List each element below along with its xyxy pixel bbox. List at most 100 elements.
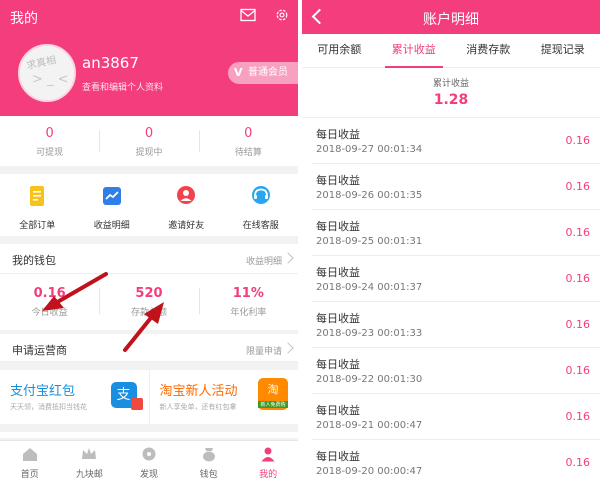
crown-icon — [82, 448, 97, 459]
edit-profile-link[interactable]: 查看和编辑个人资料 — [82, 80, 163, 93]
promo-subtitle: 新人享免单，还有红包拿 — [159, 403, 237, 411]
gear-icon[interactable] — [274, 8, 290, 22]
list-item[interactable]: 每日收益 2018-09-24 00:01:37 0.16 — [312, 256, 600, 302]
summary-value: 1.28 — [433, 92, 469, 108]
wallet-stat-deposit[interactable]: 520 存款总额 — [99, 274, 198, 330]
entry-amount: 0.16 — [565, 272, 591, 285]
profile-screen: 我的 求真相 > _ < an3867 查看和编辑个人资料 V 普通会员 0 可… — [0, 0, 298, 480]
page-title: 我的 — [10, 11, 38, 27]
taobao-icon: 淘 新人免费购 — [258, 378, 288, 410]
entry-time: 2018-09-22 00:01:30 — [316, 374, 423, 385]
promo-title: 淘宝新人活动 — [159, 384, 238, 399]
taobao-tag: 新人免费购 — [258, 401, 288, 408]
entry-title: 每日收益 — [316, 404, 360, 417]
tab-nine-yuan[interactable]: 九块邮 — [60, 441, 120, 480]
earnings-summary: 累计收益 1.28 — [302, 68, 600, 118]
stat-value: 0 — [244, 126, 253, 141]
invite-friend-icon — [177, 186, 196, 204]
orders-icon — [30, 186, 45, 206]
entry-amount: 0.16 — [565, 318, 591, 331]
menu-customer-service[interactable]: 在线客服 — [224, 174, 299, 236]
tab-consumption-deposit[interactable]: 消费存款 — [451, 34, 526, 67]
taobao-glyph: 淘 — [267, 383, 279, 396]
entry-title: 每日收益 — [316, 312, 360, 325]
chevron-right-icon — [282, 252, 294, 264]
tab-profile[interactable]: 我的 — [238, 441, 298, 480]
stat-withdrawing[interactable]: 0 提现中 — [99, 116, 198, 166]
stat-value: 0 — [144, 126, 154, 141]
stat-label: 可提现 — [36, 148, 64, 158]
entry-amount: 0.16 — [565, 456, 591, 469]
stat-value: 0 — [45, 126, 54, 141]
menu-invite[interactable]: 邀请好友 — [149, 174, 224, 236]
entry-title: 每日收益 — [316, 266, 360, 279]
list-item[interactable]: 每日收益 2018-09-22 00:01:30 0.16 — [312, 348, 600, 394]
operator-apply-link[interactable]: 限量申请 — [246, 344, 282, 357]
menu-all-orders[interactable]: 全部订单 — [0, 174, 75, 236]
vip-icon: V — [234, 66, 243, 79]
wallet-stat-label: 今日收益 — [31, 308, 68, 318]
entry-amount: 0.16 — [565, 410, 591, 423]
tab-available-balance[interactable]: 可用余额 — [302, 34, 377, 67]
menu-earnings[interactable]: 收益明细 — [75, 174, 150, 236]
earnings-detail-link[interactable]: 收益明细 — [246, 254, 282, 267]
entry-title: 每日收益 — [316, 358, 360, 371]
list-item[interactable]: 每日收益 2018-09-21 00:00:47 0.16 — [312, 394, 600, 440]
menu-label: 收益明细 — [93, 221, 130, 231]
tab-discover[interactable]: 发现 — [119, 441, 179, 480]
page-title: 账户明细 — [423, 12, 479, 28]
home-icon — [22, 448, 37, 461]
summary-label: 累计收益 — [432, 79, 469, 89]
menu-label: 在线客服 — [242, 221, 279, 231]
tab-total-earnings[interactable]: 累计收益 — [377, 34, 452, 68]
entry-title: 每日收益 — [316, 128, 360, 141]
tab-label: 首页 — [20, 470, 39, 480]
tab-wallet[interactable]: 钱包 — [179, 441, 239, 480]
customer-service-icon — [251, 186, 270, 204]
operator-title: 申请运营商 — [12, 344, 67, 357]
entry-time: 2018-09-25 00:01:31 — [316, 236, 423, 247]
account-detail-screen: 账户明细 可用余额 累计收益 消费存款 提现记录 累计收益 1.28 每日收益 2… — [302, 0, 600, 480]
list-item[interactable]: 每日收益 2018-09-27 00:01:34 0.16 — [312, 118, 600, 164]
member-badge-label: 普通会员 — [248, 67, 288, 78]
list-item[interactable]: 每日收益 2018-09-25 00:01:31 0.16 — [312, 210, 600, 256]
detail-header: 账户明细 — [302, 0, 600, 34]
list-item[interactable]: 每日收益 2018-09-26 00:01:35 0.16 — [312, 164, 600, 210]
list-item[interactable]: 每日收益 2018-09-23 00:01:33 0.16 — [312, 302, 600, 348]
entry-title: 每日收益 — [316, 220, 360, 233]
list-item[interactable]: 每日收益 2018-09-20 00:00:47 0.16 — [312, 440, 600, 480]
earnings-chart-icon — [102, 187, 121, 205]
balance-stats: 0 可提现 0 提现中 0 待结算 — [0, 116, 298, 166]
taobao-promo[interactable]: 淘宝新人活动 新人享免单，还有红包拿 淘 新人免费购 — [148, 370, 299, 424]
wallet-card: 我的钱包 收益明细 0.16 今日收益 520 存款总额 11% 年化利率 — [0, 244, 298, 330]
username: an3867 — [82, 54, 139, 72]
stat-pending[interactable]: 0 待结算 — [198, 116, 298, 166]
tab-withdraw-records[interactable]: 提现记录 — [526, 34, 600, 67]
promo-banner: 支付宝红包 天天领，消费抵扣当钱花 支 淘宝新人活动 新人享免单，还有红包拿 淘… — [0, 370, 298, 424]
wallet-stat-label: 存款总额 — [130, 308, 167, 318]
tab-label: 发现 — [139, 470, 158, 480]
operator-row[interactable]: 申请运营商 限量申请 — [0, 334, 298, 362]
alipay-promo[interactable]: 支付宝红包 天天领，消费抵扣当钱花 支 — [0, 370, 149, 424]
promo-title: 支付宝红包 — [10, 384, 76, 399]
avatar-face: > _ < — [32, 72, 69, 87]
discover-icon — [142, 447, 156, 461]
mail-icon[interactable] — [240, 8, 256, 22]
wallet-header[interactable]: 我的钱包 收益明细 — [0, 244, 298, 274]
entry-title: 每日收益 — [316, 450, 360, 463]
avatar[interactable]: 求真相 > _ < — [18, 44, 76, 102]
wallet-stat-value: 0.16 — [33, 286, 66, 301]
red-envelope-icon — [130, 398, 143, 410]
promo-subtitle: 天天领，消费抵扣当钱花 — [10, 403, 87, 411]
tab-home[interactable]: 首页 — [0, 441, 60, 480]
stat-withdrawable[interactable]: 0 可提现 — [0, 116, 99, 166]
wallet-icon — [202, 448, 215, 462]
stat-label: 提现中 — [135, 148, 163, 158]
wallet-stat-today[interactable]: 0.16 今日收益 — [0, 274, 99, 330]
bottom-tabbar: 首页 九块邮 发现 钱包 我的 — [0, 440, 298, 480]
wallet-stat-value: 11% — [232, 286, 264, 301]
wallet-stat-rate[interactable]: 11% 年化利率 — [198, 274, 298, 330]
member-badge[interactable]: V 普通会员 — [228, 62, 298, 84]
earnings-list: 每日收益 2018-09-27 00:01:34 0.16 每日收益 2018-09-2… — [302, 118, 600, 480]
entry-amount: 0.16 — [565, 364, 591, 377]
